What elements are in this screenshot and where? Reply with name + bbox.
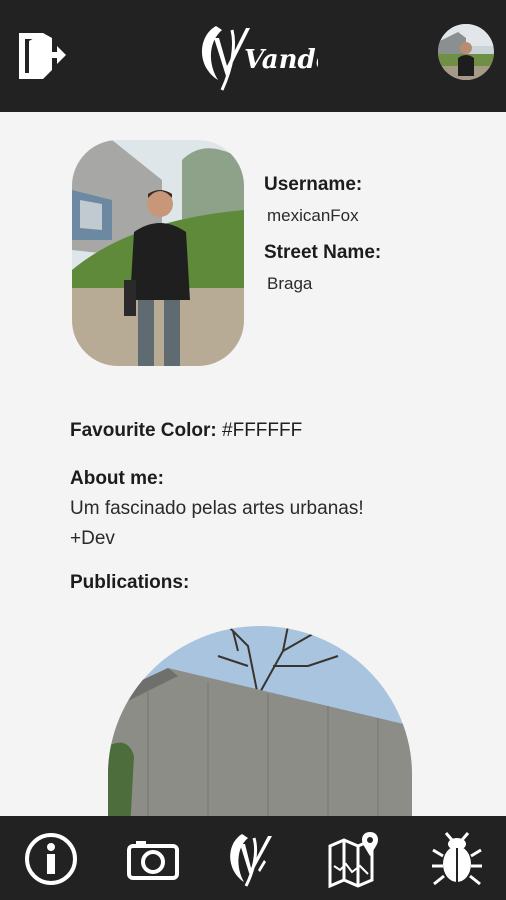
info-icon [25, 833, 77, 885]
svg-text:Vander: Vander [244, 45, 318, 75]
vander-logo: Vander [192, 18, 348, 96]
camera-icon [127, 841, 179, 880]
info-button[interactable] [22, 830, 80, 888]
avatar[interactable] [438, 24, 494, 80]
street-name-label: Street Name: [264, 242, 382, 263]
favourite-color-label: Favourite Color: [70, 420, 217, 441]
logout-icon [19, 33, 66, 79]
username-value: mexicanFox [267, 206, 359, 225]
about-me-label: About me: [70, 468, 164, 489]
logout-button[interactable] [16, 30, 68, 82]
vander-logo-icon [230, 834, 272, 887]
publications-label: Publications: [70, 572, 190, 593]
favourite-color-row: Favourite Color: #FFFFFF [70, 420, 302, 442]
favourite-color-value: #FFFFFF [222, 420, 303, 441]
username-label: Username: [264, 174, 363, 195]
bottom-nav-bar [0, 816, 506, 900]
about-me-line-2: +Dev [70, 528, 115, 549]
profile-photo [72, 140, 244, 366]
map-icon [328, 832, 378, 889]
profile-content: Username: mexicanFox Street Name: Braga … [0, 112, 506, 816]
home-logo-button[interactable] [224, 830, 282, 888]
about-me-line-1: Um fascinado pelas artes urbanas! [70, 498, 364, 519]
publication-photo[interactable] [108, 626, 412, 816]
bug-icon [432, 832, 482, 886]
map-button[interactable] [326, 830, 384, 889]
street-name-value: Braga [267, 274, 313, 293]
top-bar: Vander [0, 0, 506, 112]
bug-report-button[interactable] [428, 830, 486, 888]
camera-button[interactable] [124, 830, 182, 888]
